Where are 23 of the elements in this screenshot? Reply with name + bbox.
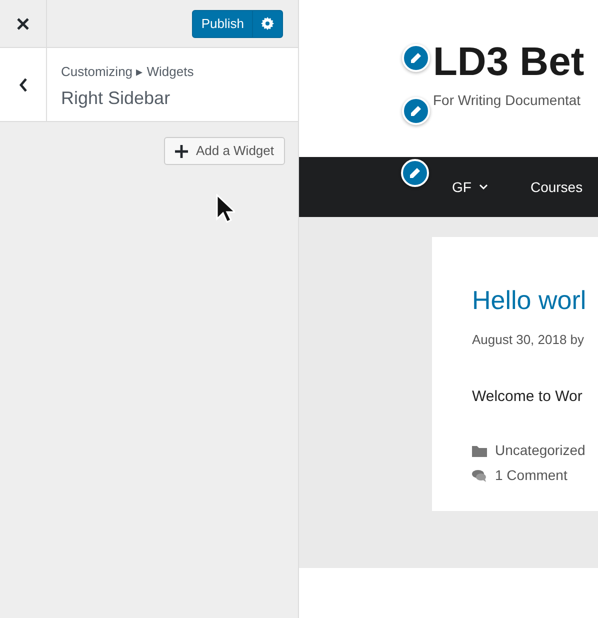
back-icon[interactable]	[18, 78, 28, 92]
post-excerpt: Welcome to Wor	[472, 386, 584, 406]
pencil-icon	[409, 167, 421, 179]
chevron-down-icon[interactable]	[479, 184, 488, 190]
close-icon[interactable]	[17, 18, 29, 30]
plus-icon	[174, 144, 188, 158]
comments-link[interactable]: 1 Comment	[495, 465, 568, 486]
site-title: LD3 Bet	[433, 42, 586, 82]
nav-menu-item[interactable]: Courses	[530, 176, 583, 198]
post-meta: August 30, 2018 by	[472, 331, 586, 349]
site-tagline: For Writing Documentat	[433, 91, 582, 110]
folder-icon	[472, 444, 487, 456]
comments-icon	[472, 469, 487, 482]
nav-menu-item[interactable]: GF	[452, 176, 472, 198]
post-title-link[interactable]: Hello worl	[472, 281, 598, 320]
category-link[interactable]: Uncategorized	[495, 440, 586, 461]
breadcrumb: Customizing ▸ Widgets	[61, 63, 194, 81]
section-title: Right Sidebar	[61, 86, 172, 110]
add-widget-button[interactable]: Add a Widget	[164, 137, 285, 165]
pencil-icon	[410, 105, 422, 117]
settings-icon	[261, 17, 274, 30]
pencil-icon	[410, 52, 422, 64]
mouse-pointer-icon	[215, 194, 235, 224]
